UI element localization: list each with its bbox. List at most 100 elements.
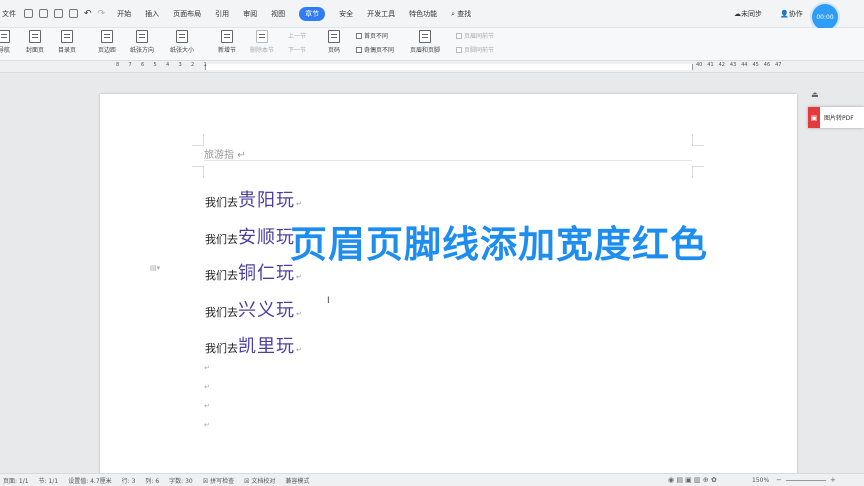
tab-5[interactable]: 视图 [271,9,285,19]
prev-section-button[interactable]: 上一节 [288,31,306,40]
video-caption: 页眉页脚线添加宽度红色 [290,223,708,266]
redo-icon[interactable]: ↷ [98,9,106,19]
zoom-level[interactable]: 150% [752,477,769,484]
collab-button[interactable]: 👤协作 [780,9,803,19]
nav-button[interactable]: 导航 [0,30,10,58]
zoom-out-icon[interactable]: − [776,476,782,484]
header-same-prev-checkbox[interactable]: 页眉同前节 [456,31,494,40]
margin-button[interactable]: 页边距 [98,30,116,58]
corner-mark [192,134,204,146]
checkbox-box [456,32,462,39]
tab-6[interactable]: 章节 [299,6,326,21]
file-menu[interactable]: 文件 [2,9,16,19]
word-count[interactable]: 字数: 30 [169,476,193,485]
city-name: 兴义玩 [238,299,295,321]
next-section-button[interactable]: 下一节 [288,45,306,54]
delete-section-button[interactable]: 删除本节 [250,30,274,58]
tab-8[interactable]: 开发工具 [367,9,395,19]
paper-size-button[interactable]: 纸张大小 [170,30,194,58]
sync-status[interactable]: ☁未同步 [734,9,762,19]
tab-0[interactable]: 开始 [117,9,131,19]
save-icon[interactable] [24,9,33,18]
paragraph-line[interactable]: 我们去 兴义玩 ↵ [205,296,302,322]
corner-mark [692,134,704,146]
city-name: 凯里玩 [238,336,295,357]
tab-4[interactable]: 审阅 [243,9,257,19]
wps-writer-window: 文件 ↶ ↷ 开始 插入 页面布局 引用 审阅 视图 章节 安全 开发工具 特色功能 ⌕ 查找 ☁… [0,0,864,486]
ruler-tick: 1 [203,62,207,68]
paper-size-icon [176,30,188,43]
ruler-tick: 4 [166,62,170,68]
orientation-button[interactable]: 纸张方向 [130,30,154,58]
paragraph-line[interactable]: 我们去 贵阳玩 ↵ [205,186,302,212]
ruler-tick: 40 [696,62,703,68]
search-button[interactable]: ⌕ 查找 [451,9,471,19]
new-section-button[interactable]: 新增节 [218,30,236,58]
doc-check-button[interactable]: ☒ 文档校对 [244,476,275,485]
city-name: 铜仁玩 [238,263,295,284]
spell-check-button[interactable]: ☒ 拼写检查 [203,476,234,485]
ruler-track [205,64,693,70]
ruler-tick: 8 [116,62,120,68]
header-footer-button[interactable]: 页眉和页脚 [410,30,440,58]
paragraph-line[interactable]: 我们去 铜仁玩 ↵ [205,259,302,285]
document-page[interactable]: 旅游指 ↵ ▤▾ 我们去 贵阳玩 ↵ 我们去 安顺玩 ↵ 我们去 铜仁玩 ↵ 我们去 兴义玩 ↵ 我们去… [100,94,797,486]
timer-badge[interactable]: 00:00 [812,4,838,30]
setting-indicator[interactable]: 设置值: 4.7厘米 [68,476,111,485]
zoom-in-icon[interactable]: + [830,476,836,484]
page-number-icon [328,30,340,43]
ruler-tick: 45 [752,62,759,68]
tab-3[interactable]: 引用 [215,9,229,19]
view-mode-icons[interactable]: ◉ ▤ ▣ ▥ ⊕ ✿ [668,476,717,484]
undo-icon[interactable]: ↶ [84,9,92,19]
header-line [204,160,692,161]
checkbox-box [456,46,462,53]
ruler-tick: 42 [718,62,725,68]
margin-icon [101,30,113,43]
paragraph-handle-icon[interactable]: ▤▾ [150,264,160,272]
search-icon: ⌕ [451,9,456,18]
cloud-icon: ☁ [734,10,741,18]
odd-even-different-checkbox[interactable]: 奇偶页不同 [356,45,394,54]
pdf-icon: ▣ [808,107,820,128]
paragraph-mark: ↵ [296,309,302,318]
paragraph-mark: ↵ [296,200,302,208]
footer-same-prev-checkbox[interactable]: 页脚同前节 [456,45,494,54]
new-section-icon [221,30,233,43]
horizontal-ruler[interactable]: 87654321 40 41 42 43 44 45 46 47 [0,61,864,73]
export-pdf-icon[interactable] [39,9,48,18]
checkbox-box [356,32,362,39]
first-page-different-checkbox[interactable]: 首页不同 [356,31,388,40]
ruler-tick: 7 [128,62,132,68]
page-indicator[interactable]: 页面: 1/1 [3,476,29,485]
tab-1[interactable]: 插入 [145,9,159,19]
toc-page-button[interactable]: 目录页 [58,30,76,58]
preview-icon[interactable] [69,9,78,18]
tab-9[interactable]: 特色功能 [409,9,437,19]
corner-mark [692,166,704,178]
nav-icon [0,30,10,43]
menu-bar: 文件 ↶ ↷ 开始 插入 页面布局 引用 审阅 视图 章节 安全 开发工具 特色功能 ⌕ 查找 ☁… [0,0,864,28]
line-prefix: 我们去 [205,232,238,246]
tab-2[interactable]: 页面布局 [173,9,201,19]
cover-page-button[interactable]: 封面页 [26,30,44,58]
checkbox-icon: ☒ [244,477,250,485]
section-indicator[interactable]: 节: 1/1 [39,476,59,485]
empty-paragraph-mark: ↵ [204,421,210,429]
compat-mode: 兼容模式 [285,477,310,485]
orientation-icon [136,30,148,43]
paragraph-line[interactable]: 我们去 凯里玩 ↵ [205,332,302,358]
checkbox-box [356,46,362,53]
side-toggle-icon[interactable]: ⏏ [811,90,819,99]
page-header[interactable]: 旅游指 ↵ [204,146,246,161]
page-number-button[interactable]: 页码 [328,30,340,58]
ruler-tick: 41 [707,62,714,68]
image-to-pdf-button[interactable]: ▣ 图片转PDF [808,107,864,128]
tab-7[interactable]: 安全 [339,9,353,19]
empty-paragraph-mark: ↵ [204,402,210,410]
print-icon[interactable] [54,9,63,18]
line-prefix: 我们去 [205,305,238,319]
zoom-slider[interactable] [786,480,826,481]
ruler-tick: 3 [178,62,182,68]
paragraph-line[interactable]: 我们去 安顺玩 ↵ [205,223,302,249]
